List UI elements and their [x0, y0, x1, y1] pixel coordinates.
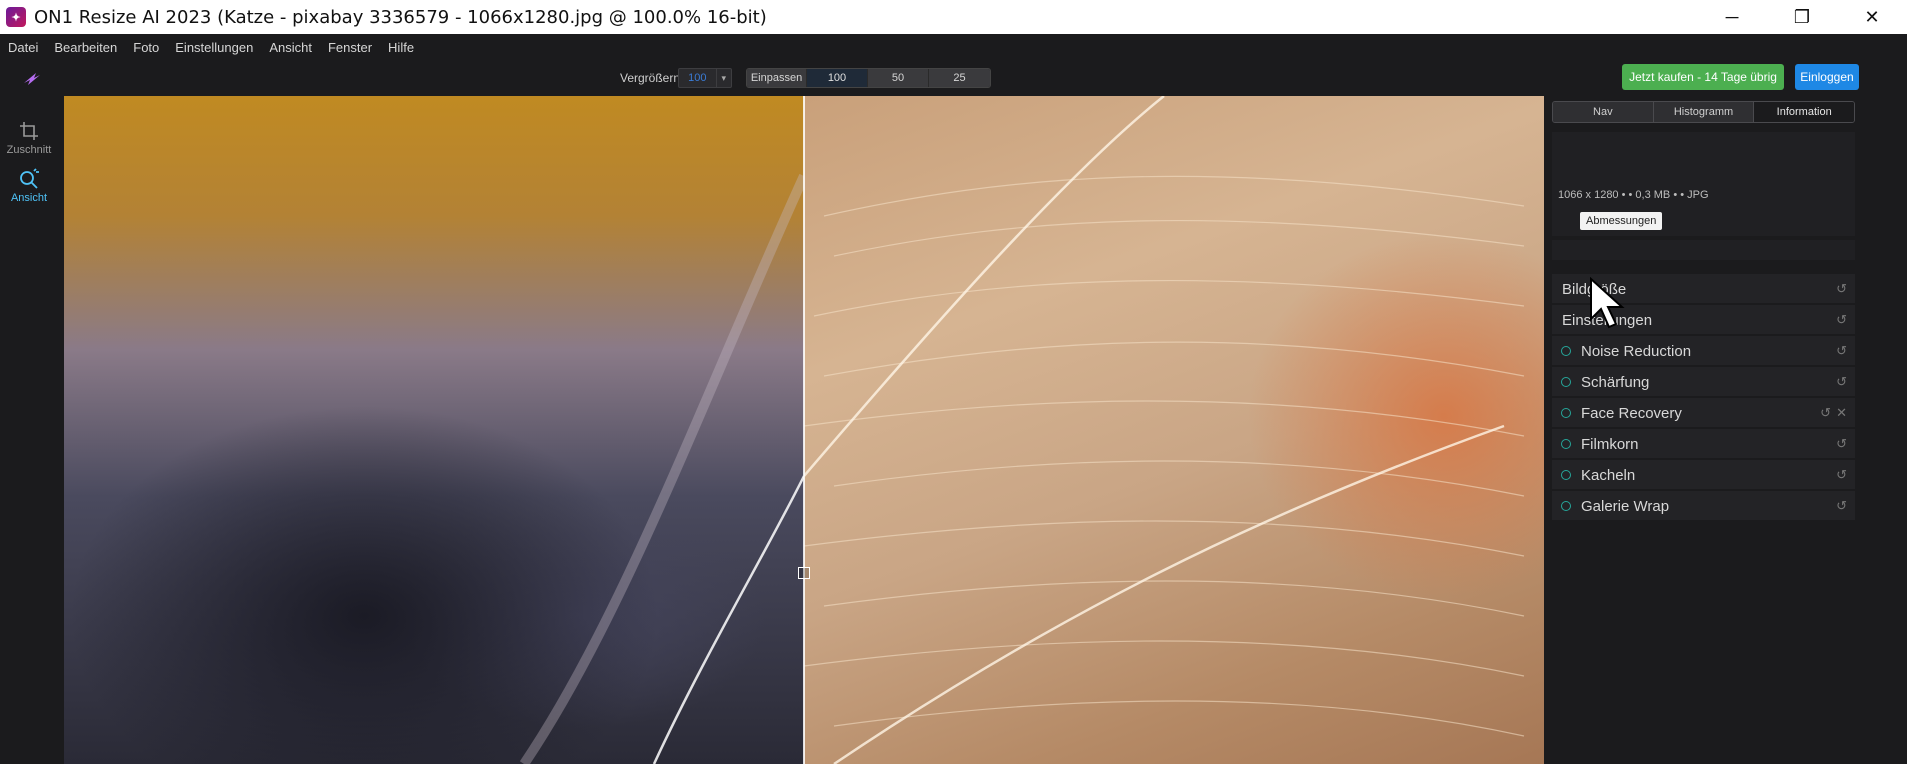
reset-icon[interactable]: ↺: [1836, 343, 1847, 359]
reset-icon[interactable]: ↺: [1820, 405, 1831, 421]
info-footer: [1552, 240, 1855, 260]
mouse-cursor-icon: [1590, 277, 1625, 329]
section-galerie-wrap[interactable]: Galerie Wrap ↺: [1552, 491, 1855, 521]
preview-before-half: [519, 173, 804, 764]
zoom-25-button[interactable]: 25: [929, 69, 990, 87]
enable-toggle[interactable]: [1561, 501, 1571, 511]
split-divider[interactable]: [803, 96, 805, 764]
tab-nav[interactable]: Nav: [1553, 102, 1654, 122]
tool-strip: Zuschnitt Ansicht: [0, 96, 64, 764]
reset-icon[interactable]: ↺: [1836, 374, 1847, 390]
window-title: ON1 Resize AI 2023 (Katze - pixabay 3336…: [34, 6, 767, 28]
image-info: 1066 x 1280 • • 0,3 MB • • JPG: [1558, 189, 1709, 201]
section-label: Face Recovery: [1581, 405, 1682, 422]
hair-texture: [804, 96, 1525, 764]
section-filmkorn[interactable]: Filmkorn ↺: [1552, 429, 1855, 459]
reset-icon[interactable]: ↺: [1836, 467, 1847, 483]
tool-view-label: Ansicht: [10, 192, 48, 204]
minimize-icon[interactable]: ─: [1697, 0, 1767, 34]
buy-now-button[interactable]: Jetzt kaufen - 14 Tage übrig: [1622, 64, 1784, 90]
tab-information[interactable]: Information: [1754, 102, 1854, 122]
menu-fenster[interactable]: Fenster: [328, 40, 372, 55]
toolbar: Vergrößern 100 ▾ Einpassen 100 50 25 Jet…: [0, 60, 1907, 96]
section-label: Kacheln: [1581, 467, 1636, 484]
menu-foto[interactable]: Foto: [133, 40, 159, 55]
enable-toggle[interactable]: [1561, 408, 1571, 418]
view-icon: [18, 168, 40, 190]
window-controls: ─ ❐ ✕: [1697, 0, 1907, 34]
zoom-value[interactable]: 100: [679, 69, 716, 87]
section-schaerfung[interactable]: Schärfung ↺: [1552, 367, 1855, 397]
panel-tabs: Nav Histogramm Information: [1552, 101, 1855, 123]
on1-logo-icon: [22, 69, 42, 87]
section-label: Galerie Wrap: [1581, 498, 1670, 515]
menu-einstellungen[interactable]: Einstellungen: [175, 40, 253, 55]
zoom-preset-group: Einpassen 100 50 25: [746, 68, 991, 88]
image-canvas[interactable]: [64, 96, 1544, 764]
right-panel: Nav Histogramm Information 1066 x 1280 •…: [1544, 96, 1907, 764]
enable-toggle[interactable]: [1561, 439, 1571, 449]
tab-histogramm[interactable]: Histogramm: [1653, 102, 1755, 122]
menu-ansicht[interactable]: Ansicht: [269, 40, 312, 55]
section-noise-reduction[interactable]: Noise Reduction ↺: [1552, 336, 1855, 366]
zoom-fit-button[interactable]: Einpassen: [747, 69, 807, 87]
section-kacheln[interactable]: Kacheln ↺: [1552, 460, 1855, 490]
section-label: Schärfung: [1581, 374, 1650, 391]
section-label: Noise Reduction: [1581, 343, 1692, 360]
menu-datei[interactable]: Datei: [8, 40, 38, 55]
tool-crop[interactable]: Zuschnitt: [0, 120, 58, 156]
title-bar: ✦ ON1 Resize AI 2023 (Katze - pixabay 33…: [0, 0, 1907, 34]
menu-hilfe[interactable]: Hilfe: [388, 40, 414, 55]
login-button[interactable]: Einloggen: [1795, 64, 1859, 90]
enable-toggle[interactable]: [1561, 346, 1571, 356]
section-face-recovery[interactable]: Face Recovery ↺ ✕: [1552, 398, 1855, 428]
zoom-label: Vergrößern: [620, 71, 681, 85]
info-box: 1066 x 1280 • • 0,3 MB • • JPG Abmessung…: [1552, 132, 1855, 236]
tool-view[interactable]: Ansicht: [0, 168, 58, 204]
menu-bar: Datei Bearbeiten Foto Einstellungen Ansi…: [0, 34, 1907, 60]
app-logo-icon: ✦: [6, 7, 26, 27]
chevron-down-icon[interactable]: ▾: [715, 69, 731, 87]
tooltip: Abmessungen: [1580, 212, 1663, 230]
enable-toggle[interactable]: [1561, 377, 1571, 387]
menu-bearbeiten[interactable]: Bearbeiten: [54, 40, 117, 55]
tool-crop-label: Zuschnitt: [6, 144, 52, 156]
zoom-select[interactable]: 100 ▾: [678, 68, 732, 88]
close-icon[interactable]: ✕: [1837, 0, 1907, 34]
zoom-100-button[interactable]: 100: [807, 69, 868, 87]
reset-icon[interactable]: ↺: [1836, 312, 1847, 328]
section-label: Filmkorn: [1581, 436, 1639, 453]
reset-icon[interactable]: ↺: [1836, 281, 1847, 297]
crop-icon: [18, 120, 40, 142]
reset-icon[interactable]: ↺: [1836, 436, 1847, 452]
split-handle[interactable]: [798, 567, 810, 579]
preview-after-half: [804, 96, 1544, 764]
enable-toggle[interactable]: [1561, 470, 1571, 480]
reset-icon[interactable]: ↺: [1836, 498, 1847, 514]
close-icon[interactable]: ✕: [1836, 405, 1847, 421]
zoom-50-button[interactable]: 50: [868, 69, 929, 87]
restore-icon[interactable]: ❐: [1767, 0, 1837, 34]
